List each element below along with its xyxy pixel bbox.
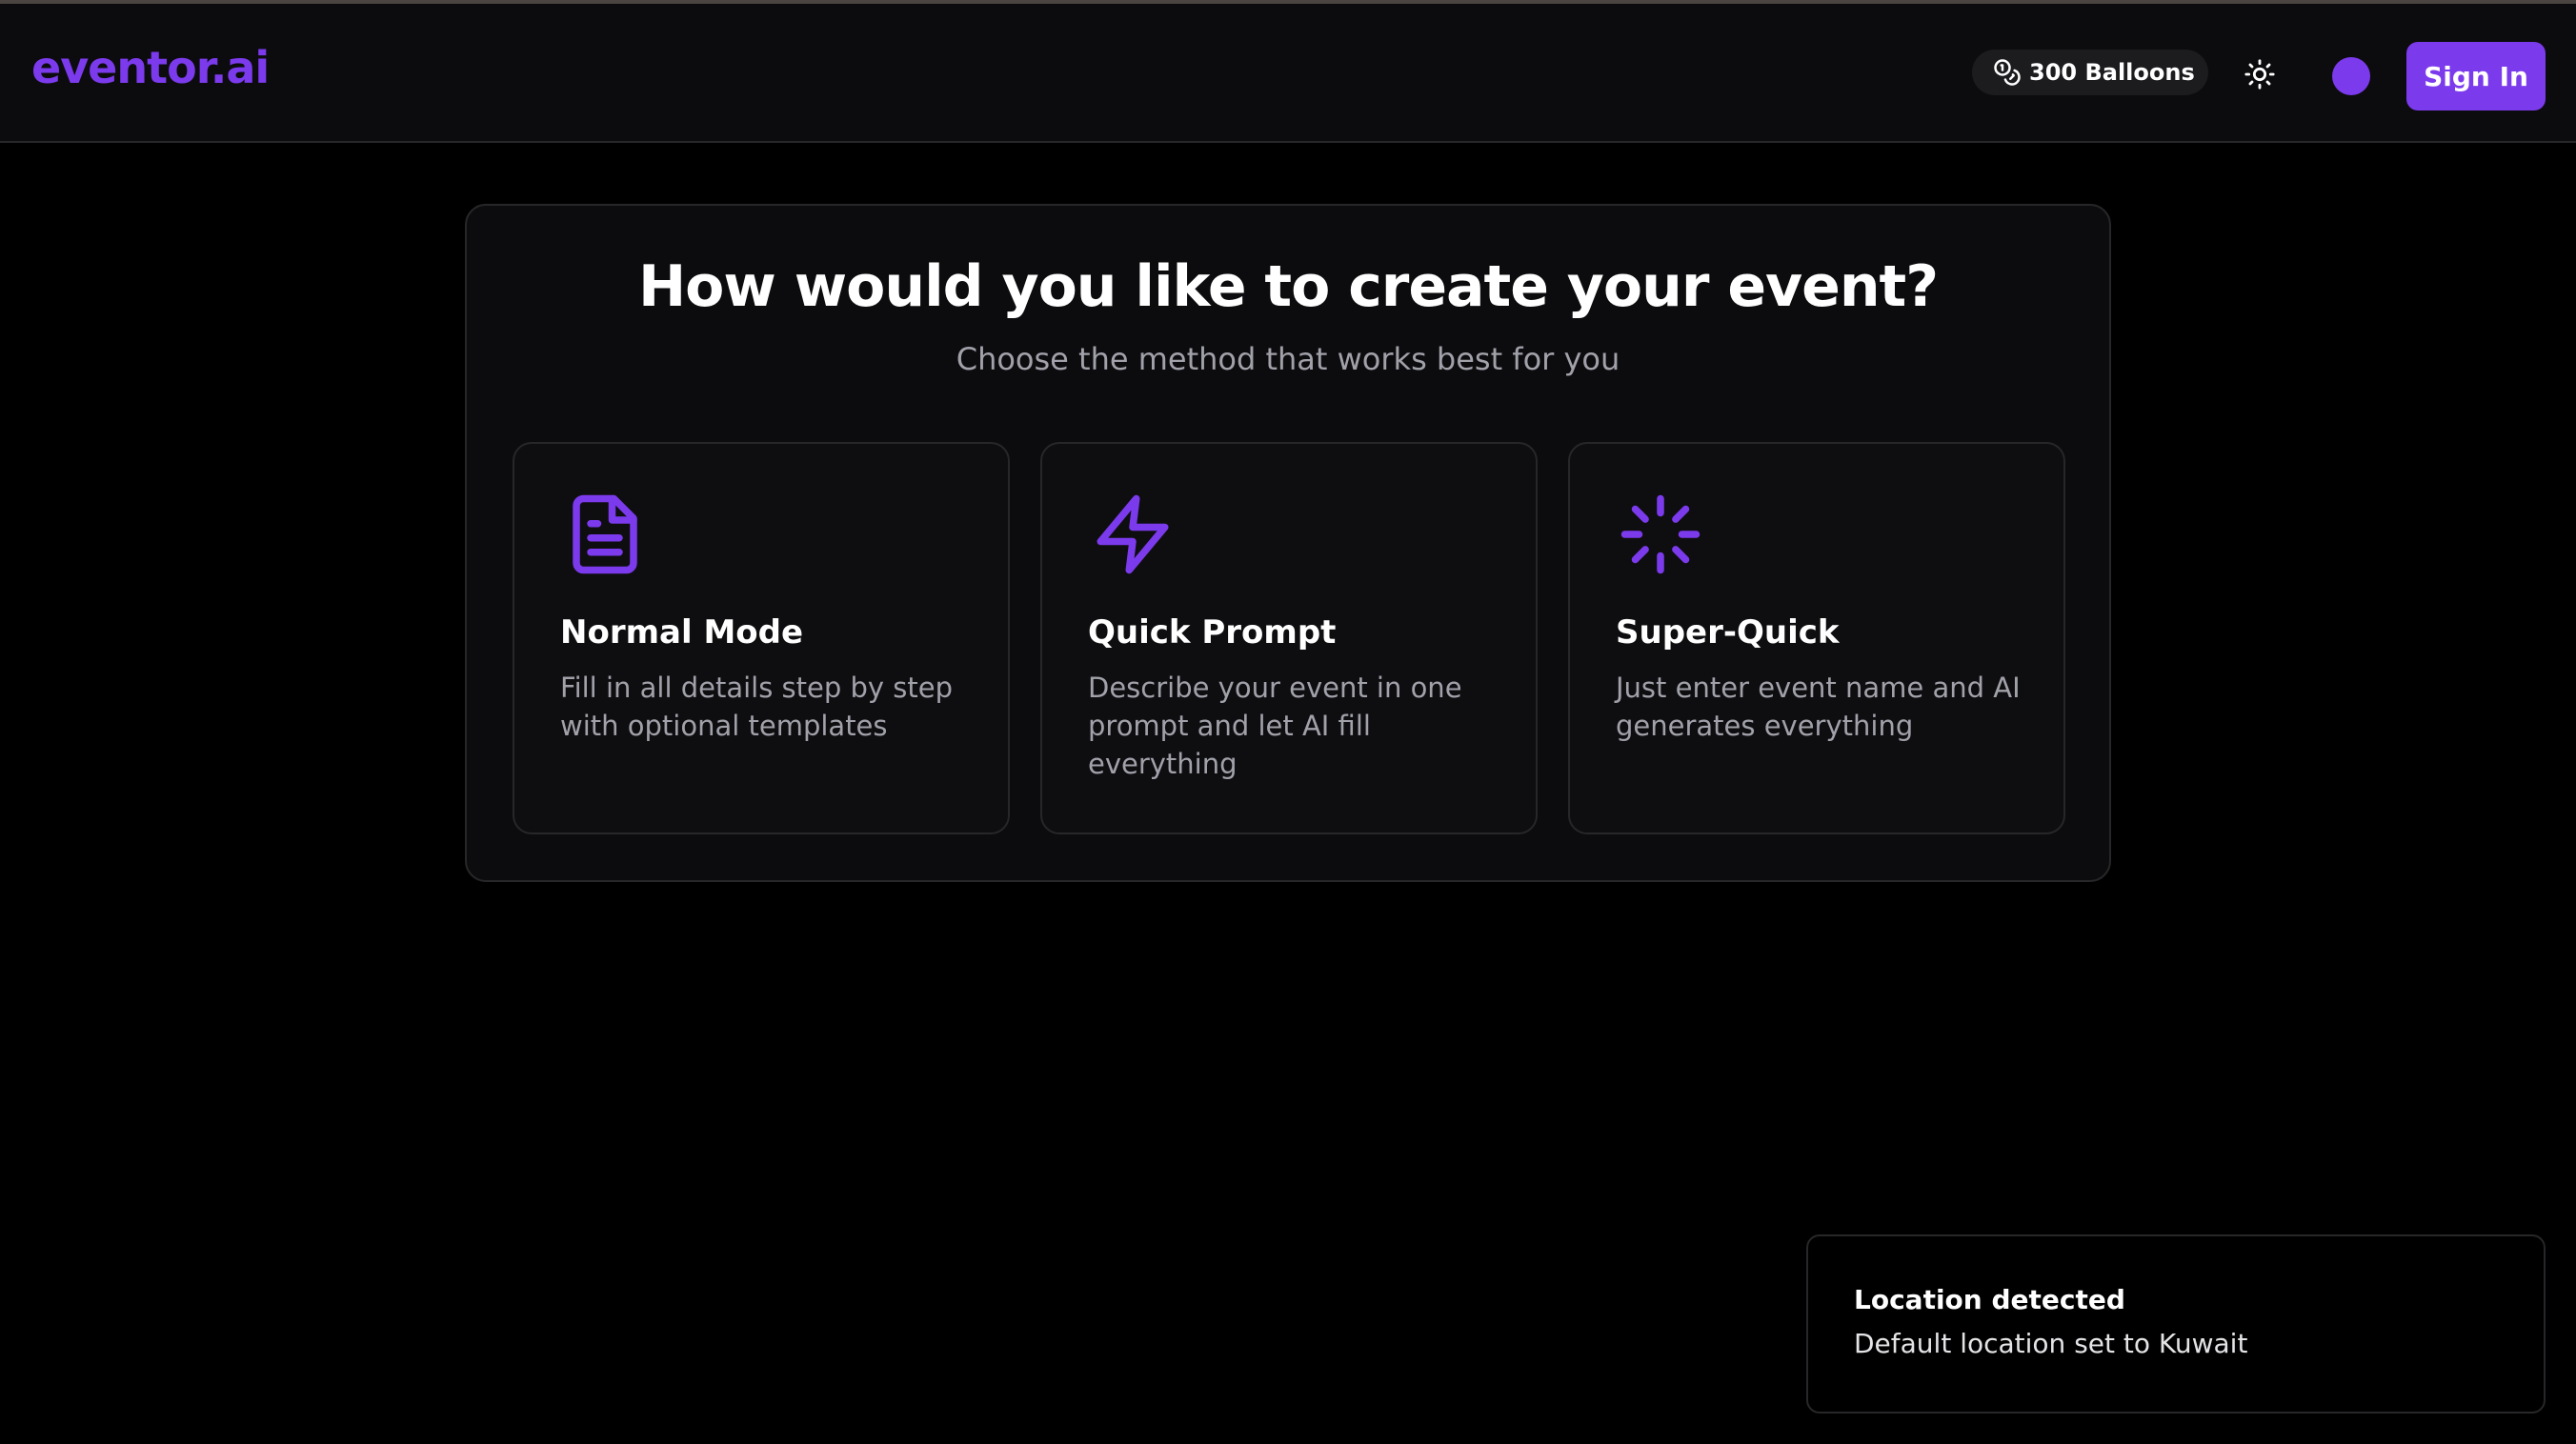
zap-icon (1097, 494, 1169, 574)
card-description: Fill in all details step by step with op… (560, 672, 954, 742)
create-event-panel: How would you like to create your event?… (465, 204, 2111, 882)
card-title: Normal Mode (560, 613, 804, 652)
sun-icon (2244, 59, 2275, 90)
avatar[interactable] (2332, 57, 2370, 95)
loader-icon (1620, 494, 1701, 574)
card-title: Super-Quick (1616, 613, 1840, 652)
card-description: Just enter event name and AI generates e… (1616, 672, 2021, 742)
location-toast[interactable]: Location detected Default location set t… (1806, 1234, 2546, 1414)
top-navbar: eventor.ai 300 Balloons Sign In (0, 4, 2576, 143)
normal-mode-card[interactable]: Normal Mode Fill in all details step by … (513, 442, 1010, 834)
file-text-icon (573, 494, 637, 574)
balloons-badge[interactable]: 300 Balloons (1972, 50, 2208, 95)
theme-toggle-button[interactable] (2239, 53, 2281, 95)
coins-icon (1994, 59, 2021, 86)
super-quick-card[interactable]: Super-Quick Just enter event name and AI… (1568, 442, 2065, 834)
page-title: How would you like to create your event? (637, 253, 1939, 320)
logo[interactable]: eventor.ai (31, 42, 270, 93)
toast-description: Default location set to Kuwait (1854, 1328, 2248, 1359)
balloons-count: 300 Balloons (2029, 59, 2195, 86)
sign-in-button[interactable]: Sign In (2406, 42, 2546, 110)
page-subtitle: Choose the method that works best for yo… (956, 341, 1620, 377)
card-title: Quick Prompt (1088, 613, 1337, 652)
quick-prompt-card[interactable]: Quick Prompt Describe your event in one … (1040, 442, 1538, 834)
card-description: Describe your event in one prompt and le… (1088, 672, 1462, 780)
toast-title: Location detected (1854, 1284, 2125, 1315)
